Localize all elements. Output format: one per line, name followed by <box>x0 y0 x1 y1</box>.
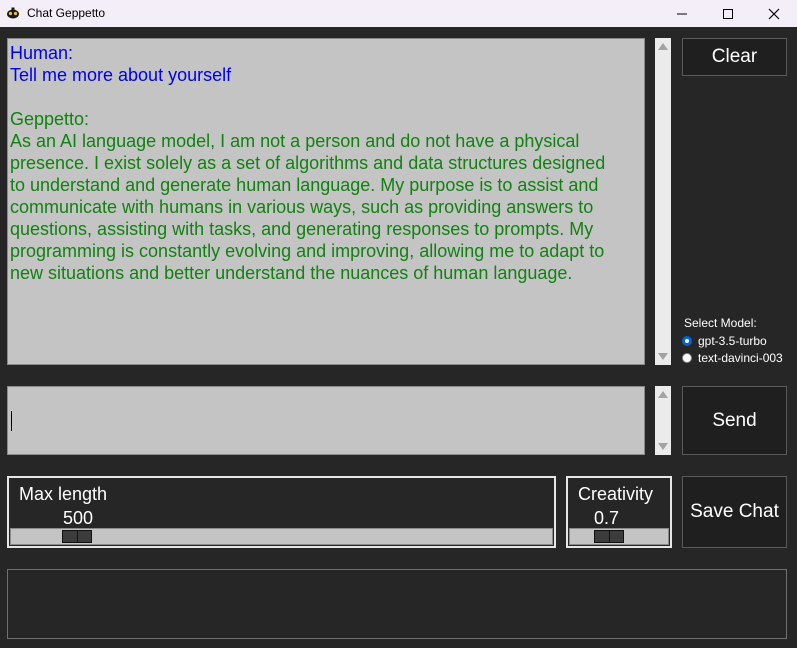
bot-line: As an AI language model, I am not a pers… <box>10 131 580 151</box>
model-option-label: text-davinci-003 <box>698 351 783 365</box>
creativity-slider-handle[interactable] <box>594 530 624 543</box>
scroll-down-icon[interactable] <box>658 443 668 450</box>
model-option-label: gpt-3.5-turbo <box>698 334 767 348</box>
radio-unselected-icon[interactable] <box>682 353 692 363</box>
bot-label: Geppetto: <box>10 109 90 129</box>
max-length-slider-handle[interactable] <box>62 530 92 543</box>
bot-line: questions, assisting with tasks, and gen… <box>10 219 594 239</box>
minimize-button[interactable] <box>659 0 705 27</box>
bot-line: communicate with humans in various ways,… <box>10 197 594 217</box>
chat-history[interactable]: Human: Tell me more about yourself Geppe… <box>7 38 645 365</box>
max-length-label: Max length <box>19 484 108 504</box>
window-title: Chat Geppetto <box>27 6 106 20</box>
bot-line: to understand and generate human languag… <box>10 175 599 195</box>
bot-line: programming is constantly evolving and i… <box>10 241 605 261</box>
status-area <box>7 569 787 639</box>
scroll-down-icon[interactable] <box>658 353 668 360</box>
send-button[interactable]: Send <box>682 386 787 455</box>
bot-line: new situations and better understand the… <box>10 263 573 283</box>
human-label: Human: <box>10 43 74 63</box>
max-length-value: 500 <box>63 508 94 528</box>
creativity-slider[interactable] <box>569 528 669 545</box>
creativity-label: Creativity <box>578 484 654 504</box>
scroll-up-icon[interactable] <box>658 391 668 398</box>
chat-scrollbar[interactable] <box>655 38 671 365</box>
text-caret <box>11 411 12 431</box>
title-bar: Chat Geppetto <box>0 0 797 27</box>
max-length-slider[interactable] <box>10 528 553 545</box>
minimize-icon <box>677 13 687 14</box>
creativity-value: 0.7 <box>594 508 620 528</box>
radio-selected-icon[interactable] <box>682 336 692 346</box>
close-icon <box>768 8 780 19</box>
model-option-gpt35[interactable]: gpt-3.5-turbo <box>682 334 767 348</box>
save-chat-button[interactable]: Save Chat <box>682 476 787 548</box>
maximize-icon <box>723 8 733 19</box>
max-length-slider-group: Max length 500 <box>7 476 556 548</box>
message-input[interactable] <box>7 386 645 455</box>
model-select-label: Select Model: <box>684 316 757 330</box>
close-button[interactable] <box>751 0 797 27</box>
bot-line: presence. I exist solely as a set of alg… <box>10 153 606 173</box>
clear-button[interactable]: Clear <box>682 38 787 76</box>
scroll-up-icon[interactable] <box>658 43 668 50</box>
model-option-davinci[interactable]: text-davinci-003 <box>682 351 783 365</box>
app-icon <box>7 7 19 19</box>
creativity-slider-group: Creativity 0.7 <box>566 476 672 548</box>
human-message: Tell me more about yourself <box>10 65 232 85</box>
input-scrollbar[interactable] <box>655 386 671 455</box>
maximize-button[interactable] <box>705 0 751 27</box>
